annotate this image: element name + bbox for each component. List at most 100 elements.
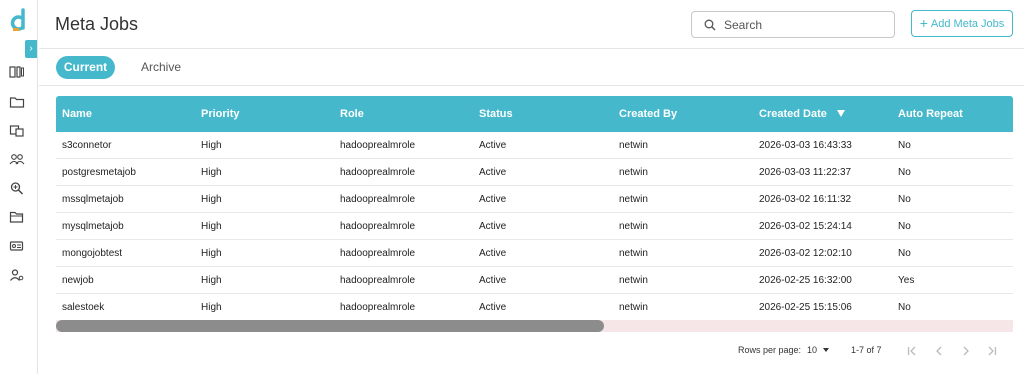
- cell-role: hadooprealmrole: [340, 248, 416, 259]
- cell-role: hadooprealmrole: [340, 194, 416, 205]
- column-header-role[interactable]: Role: [340, 108, 364, 120]
- scrollbar-thumb[interactable]: [56, 320, 604, 332]
- column-header-created-date-label: Created Date: [759, 108, 827, 120]
- column-header-status[interactable]: Status: [479, 108, 513, 120]
- cell-priority: High: [201, 167, 222, 178]
- tabs-divider: [39, 85, 1024, 86]
- column-header-created-date[interactable]: Created Date: [759, 108, 845, 120]
- rows-per-page-select[interactable]: 10: [807, 345, 830, 355]
- cell-role: hadooprealmrole: [340, 221, 416, 232]
- cell-status: Active: [479, 140, 507, 151]
- cell-role: hadooprealmrole: [340, 275, 416, 286]
- sort-descending-icon[interactable]: [836, 110, 845, 117]
- cell-priority: High: [201, 302, 222, 313]
- add-meta-jobs-label: Add Meta Jobs: [930, 18, 1005, 30]
- cell-created-by: netwin: [619, 194, 648, 205]
- first-page-icon[interactable]: [906, 345, 918, 357]
- column-header-priority[interactable]: Priority: [201, 108, 240, 120]
- cell-role: hadooprealmrole: [340, 140, 416, 151]
- table-row[interactable]: mssqlmetajob High hadooprealmrole Active net…: [56, 186, 1013, 213]
- cell-status: Active: [479, 302, 507, 313]
- tag-stack-icon[interactable]: [9, 124, 25, 138]
- cell-status: Active: [479, 167, 507, 178]
- folder-open-icon[interactable]: [9, 210, 25, 224]
- table-row[interactable]: salestoek High hadooprealmrole Active netwin…: [56, 294, 1013, 321]
- cell-priority: High: [201, 221, 222, 232]
- cell-auto-repeat: No: [898, 302, 911, 313]
- cell-auto-repeat: No: [898, 167, 911, 178]
- cell-status: Active: [479, 248, 507, 259]
- cell-name: newjob: [62, 275, 94, 286]
- main-content: Meta Jobs +Add Meta Jobs Current Archive…: [39, 0, 1024, 374]
- cell-created-by: netwin: [619, 140, 648, 151]
- zoom-icon[interactable]: [9, 181, 25, 195]
- table-row[interactable]: s3connetor High hadooprealmrole Active netwi…: [56, 132, 1013, 159]
- cell-created-by: netwin: [619, 167, 648, 178]
- user-settings-icon[interactable]: [9, 268, 25, 282]
- next-page-icon[interactable]: [960, 345, 972, 357]
- meta-jobs-table: Name Priority Role Status Created By Cre…: [56, 96, 1013, 321]
- cell-created-date: 2026-02-25 16:32:00: [759, 275, 852, 286]
- cell-created-by: netwin: [619, 221, 648, 232]
- pagination-range: 1-7 of 7: [851, 345, 882, 355]
- add-meta-jobs-button[interactable]: + Add Meta Jobs: [911, 10, 1013, 37]
- page-title: Meta Jobs: [55, 14, 139, 34]
- cell-name: mysqlmetajob: [62, 221, 124, 232]
- users-icon[interactable]: [9, 152, 25, 166]
- cell-created-by: netwin: [619, 302, 648, 313]
- rows-per-page-label: Rows per page:: [738, 345, 802, 355]
- cell-created-date: 2026-03-03 16:43:33: [759, 140, 852, 151]
- cell-created-by: netwin: [619, 275, 648, 286]
- cell-created-date: 2026-02-25 15:15:06: [759, 302, 852, 313]
- cell-created-date: 2026-03-03 11:22:37: [759, 167, 852, 178]
- caret-down-icon: [823, 348, 830, 352]
- cell-priority: High: [201, 140, 222, 151]
- table-row[interactable]: mongojobtest High hadooprealmrole Active net…: [56, 240, 1013, 267]
- cell-auto-repeat: Yes: [898, 275, 915, 286]
- plus-icon: +: [919, 15, 928, 31]
- search-box[interactable]: [691, 11, 895, 38]
- cell-auto-repeat: No: [898, 248, 911, 259]
- folder-icon[interactable]: [9, 95, 25, 109]
- chevron-right-icon[interactable]: ›: [25, 40, 37, 58]
- cell-status: Active: [479, 194, 507, 205]
- table-row[interactable]: newjob High hadooprealmrole Active netwin 202…: [56, 267, 1013, 294]
- cell-name: mssqlmetajob: [62, 194, 124, 205]
- cell-created-date: 2026-03-02 16:11:32: [759, 194, 852, 205]
- cell-auto-repeat: No: [898, 140, 911, 151]
- cell-created-by: netwin: [619, 248, 648, 259]
- previous-page-icon[interactable]: [933, 345, 945, 357]
- cell-created-date: 2026-03-02 15:24:14: [759, 221, 852, 232]
- search-input[interactable]: [724, 17, 884, 33]
- tab-archive[interactable]: Archive: [131, 56, 191, 79]
- search-icon: [704, 19, 716, 31]
- horizontal-scrollbar[interactable]: [56, 320, 1013, 332]
- column-header-auto-repeat[interactable]: Auto Repeat: [898, 108, 963, 120]
- table-row[interactable]: mysqlmetajob High hadooprealmrole Active net…: [56, 213, 1013, 240]
- cell-status: Active: [479, 275, 507, 286]
- cell-priority: High: [201, 275, 222, 286]
- d-logo-icon[interactable]: [9, 8, 29, 32]
- rows-per-page-value: 10: [807, 345, 818, 355]
- sidebar: ›: [0, 0, 38, 374]
- cell-auto-repeat: No: [898, 221, 911, 232]
- column-header-created-by[interactable]: Created By: [619, 108, 677, 120]
- cell-role: hadooprealmrole: [340, 167, 416, 178]
- cell-role: hadooprealmrole: [340, 302, 416, 313]
- cell-created-date: 2026-03-02 12:02:10: [759, 248, 852, 259]
- column-header-name[interactable]: Name: [62, 108, 92, 120]
- last-page-icon[interactable]: [986, 345, 998, 357]
- header-divider: [39, 48, 1024, 49]
- table-header: Name Priority Role Status Created By Cre…: [56, 96, 1013, 132]
- cell-status: Active: [479, 221, 507, 232]
- cell-name: postgresmetajob: [62, 167, 136, 178]
- table-row[interactable]: postgresmetajob High hadooprealmrole Active…: [56, 159, 1013, 186]
- cell-name: s3connetor: [62, 140, 112, 151]
- cell-priority: High: [201, 248, 222, 259]
- table-body: s3connetor High hadooprealmrole Active netwi…: [56, 132, 1013, 321]
- id-card-icon[interactable]: [9, 239, 25, 253]
- columns-icon[interactable]: [9, 65, 25, 79]
- tab-current[interactable]: Current: [56, 56, 115, 79]
- cell-auto-repeat: No: [898, 194, 911, 205]
- cell-name: salestoek: [62, 302, 105, 313]
